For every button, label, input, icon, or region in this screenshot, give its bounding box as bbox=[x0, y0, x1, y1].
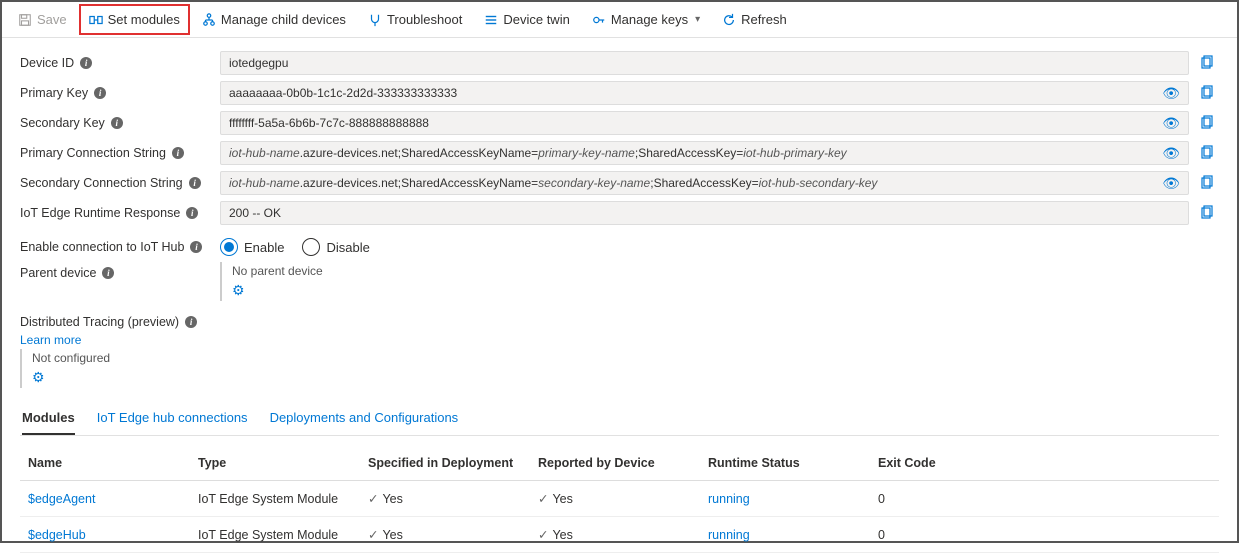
device-twin-button[interactable]: Device twin bbox=[474, 4, 579, 35]
device-twin-icon bbox=[484, 13, 498, 27]
copy-icon[interactable] bbox=[1199, 205, 1215, 221]
col-name: Name bbox=[28, 456, 198, 470]
gear-icon[interactable]: ⚙ bbox=[32, 369, 45, 386]
secondary-key-field[interactable]: ffffffff-5a5a-6b6b-7c7c-888888888888👁 bbox=[220, 111, 1189, 135]
primary-key-label: Primary Keyi bbox=[20, 82, 220, 104]
module-specified: ✓Yes bbox=[368, 491, 538, 506]
tab-hub-connections[interactable]: IoT Edge hub connections bbox=[97, 402, 248, 435]
module-exit: 0 bbox=[878, 492, 1038, 506]
col-type: Type bbox=[198, 456, 368, 470]
col-exit: Exit Code bbox=[878, 456, 1038, 470]
learn-more-link[interactable]: Learn more bbox=[20, 333, 1219, 347]
manage-keys-label: Manage keys bbox=[611, 12, 688, 27]
info-icon[interactable]: i bbox=[94, 87, 106, 99]
enable-conn-label: Enable connection to IoT Hubi bbox=[20, 236, 220, 258]
save-label: Save bbox=[37, 12, 67, 27]
parent-device-block: No parent device ⚙ bbox=[220, 262, 333, 301]
info-icon[interactable]: i bbox=[190, 241, 202, 253]
check-icon: ✓ bbox=[368, 492, 378, 506]
troubleshoot-button[interactable]: Troubleshoot bbox=[358, 4, 472, 35]
col-specified: Specified in Deployment bbox=[368, 456, 538, 470]
module-type: IoT Edge System Module bbox=[198, 528, 368, 542]
tab-modules[interactable]: Modules bbox=[22, 402, 75, 435]
manage-keys-button[interactable]: Manage keys ▾ bbox=[582, 4, 710, 35]
hierarchy-icon bbox=[202, 13, 216, 27]
info-icon[interactable]: i bbox=[186, 207, 198, 219]
device-id-field[interactable]: iotedgegpu bbox=[220, 51, 1189, 75]
check-icon: ✓ bbox=[538, 492, 548, 506]
module-link[interactable]: $edgeAgent bbox=[28, 492, 95, 506]
keys-icon bbox=[592, 13, 606, 27]
toolbar: Save Set modules Manage child devices Tr… bbox=[2, 2, 1237, 38]
secondary-conn-field[interactable]: iot-hub-name.azure-devices.net;SharedAcc… bbox=[220, 171, 1189, 195]
save-icon bbox=[18, 13, 32, 27]
secondary-key-label: Secondary Keyi bbox=[20, 112, 220, 134]
info-icon[interactable]: i bbox=[189, 177, 201, 189]
runtime-resp-label: IoT Edge Runtime Responsei bbox=[20, 202, 220, 224]
manage-child-label: Manage child devices bbox=[221, 12, 346, 27]
table-row: $edgeHub IoT Edge System Module ✓Yes ✓Ye… bbox=[20, 517, 1219, 553]
enable-conn-radio-group: Enable Disable bbox=[220, 232, 370, 262]
set-modules-button[interactable]: Set modules bbox=[79, 4, 190, 35]
table-row: $edgeAgent IoT Edge System Module ✓Yes ✓… bbox=[20, 481, 1219, 517]
module-reported: ✓Yes bbox=[538, 527, 708, 542]
disable-radio[interactable]: Disable bbox=[302, 238, 369, 256]
chevron-down-icon: ▾ bbox=[695, 14, 700, 25]
form-area: Device IDi iotedgegpu Primary Keyi aaaaa… bbox=[2, 38, 1237, 553]
copy-icon[interactable] bbox=[1199, 145, 1215, 161]
set-modules-label: Set modules bbox=[108, 12, 180, 27]
tab-deployments[interactable]: Deployments and Configurations bbox=[270, 402, 459, 435]
info-icon[interactable]: i bbox=[185, 316, 197, 328]
tracing-config-block: Not configured ⚙ bbox=[20, 349, 1219, 388]
copy-icon[interactable] bbox=[1199, 115, 1215, 131]
info-icon[interactable]: i bbox=[111, 117, 123, 129]
tabs: Modules IoT Edge hub connections Deploym… bbox=[20, 402, 1219, 436]
copy-icon[interactable] bbox=[1199, 175, 1215, 191]
parent-device-label: Parent devicei bbox=[20, 262, 220, 284]
col-reported: Reported by Device bbox=[538, 456, 708, 470]
copy-icon[interactable] bbox=[1199, 85, 1215, 101]
troubleshoot-label: Troubleshoot bbox=[387, 12, 462, 27]
modules-icon bbox=[89, 13, 103, 27]
dist-tracing-label: Distributed Tracing (preview)i bbox=[20, 311, 1219, 333]
refresh-button[interactable]: Refresh bbox=[712, 4, 797, 35]
module-link[interactable]: $edgeHub bbox=[28, 528, 86, 542]
info-icon[interactable]: i bbox=[102, 267, 114, 279]
check-icon: ✓ bbox=[538, 528, 548, 542]
modules-grid: Name Type Specified in Deployment Report… bbox=[20, 446, 1219, 553]
module-type: IoT Edge System Module bbox=[198, 492, 368, 506]
primary-conn-label: Primary Connection Stringi bbox=[20, 142, 220, 164]
module-specified: ✓Yes bbox=[368, 527, 538, 542]
no-parent-text: No parent device bbox=[232, 264, 323, 278]
primary-key-field[interactable]: aaaaaaaa-0b0b-1c1c-2d2d-333333333333👁 bbox=[220, 81, 1189, 105]
info-icon[interactable]: i bbox=[80, 57, 92, 69]
eye-icon[interactable]: 👁 bbox=[1162, 85, 1180, 102]
primary-conn-field[interactable]: iot-hub-name.azure-devices.net;SharedAcc… bbox=[220, 141, 1189, 165]
secondary-conn-label: Secondary Connection Stringi bbox=[20, 172, 220, 194]
device-twin-label: Device twin bbox=[503, 12, 569, 27]
grid-header-row: Name Type Specified in Deployment Report… bbox=[20, 446, 1219, 481]
module-status[interactable]: running bbox=[708, 492, 750, 506]
module-exit: 0 bbox=[878, 528, 1038, 542]
eye-icon[interactable]: 👁 bbox=[1162, 145, 1180, 162]
device-id-label: Device IDi bbox=[20, 52, 220, 74]
refresh-icon bbox=[722, 13, 736, 27]
module-status[interactable]: running bbox=[708, 528, 750, 542]
not-configured-text: Not configured bbox=[32, 351, 1209, 365]
module-reported: ✓Yes bbox=[538, 491, 708, 506]
troubleshoot-icon bbox=[368, 13, 382, 27]
check-icon: ✓ bbox=[368, 528, 378, 542]
eye-icon[interactable]: 👁 bbox=[1162, 175, 1180, 192]
enable-radio[interactable]: Enable bbox=[220, 238, 284, 256]
gear-icon[interactable]: ⚙ bbox=[232, 282, 245, 299]
save-button[interactable]: Save bbox=[8, 4, 77, 35]
info-icon[interactable]: i bbox=[172, 147, 184, 159]
col-status: Runtime Status bbox=[708, 456, 878, 470]
refresh-label: Refresh bbox=[741, 12, 787, 27]
manage-child-button[interactable]: Manage child devices bbox=[192, 4, 356, 35]
copy-icon[interactable] bbox=[1199, 55, 1215, 71]
runtime-resp-field[interactable]: 200 -- OK bbox=[220, 201, 1189, 225]
eye-icon[interactable]: 👁 bbox=[1162, 115, 1180, 132]
